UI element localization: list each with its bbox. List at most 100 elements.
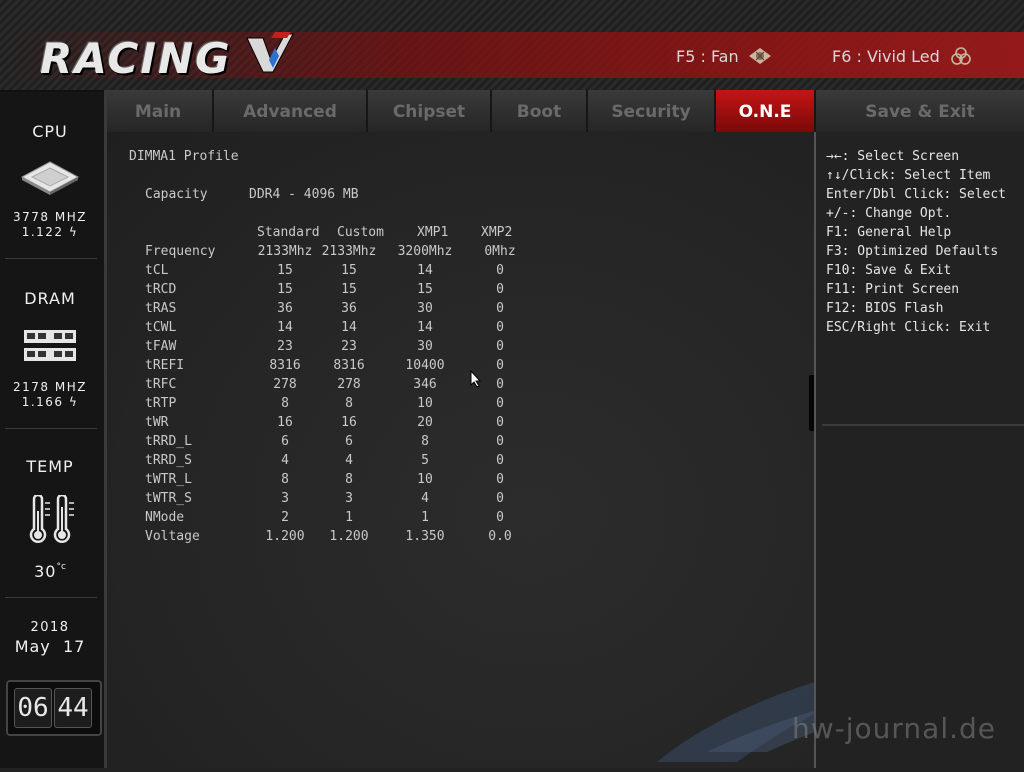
table-row[interactable]: tRRD_L 6 6 8 0 [107, 434, 587, 453]
row-cell-custom: 4 [345, 453, 353, 468]
tab-boot[interactable]: Boot [492, 90, 588, 132]
date-readout: 2018 May 17 [0, 620, 100, 656]
help-line: F12: BIOS Flash [826, 301, 944, 316]
row-cell-xmp2: 0Mhz [484, 244, 516, 259]
row-label: tFAW [145, 339, 177, 354]
tab-security[interactable]: Security [588, 90, 716, 132]
row-cell-custom: 23 [341, 339, 357, 354]
tab-main[interactable]: Main [104, 90, 214, 132]
row-cell-xmp1: 10400 [405, 358, 445, 373]
table-row[interactable]: tRRD_S 4 4 5 0 [107, 453, 587, 472]
capacity-label: Capacity [145, 187, 208, 202]
cpu-voltage: 1.122 ϟ [0, 225, 100, 240]
help-line: ESC/Right Click: Exit [826, 320, 991, 335]
mouse-cursor-icon [470, 370, 482, 388]
tab-one[interactable]: O.N.E [716, 90, 816, 132]
table-row[interactable]: tWR 16 16 20 0 [107, 415, 587, 434]
table-row[interactable]: tRTP 8 8 10 0 [107, 396, 587, 415]
row-cell-xmp1: 14 [417, 320, 433, 335]
row-cell-xmp1: 346 [413, 377, 437, 392]
temp-title: TEMP [26, 457, 74, 476]
table-row[interactable]: Frequency 2133Mhz 2133Mhz 3200Mhz 0Mhz [107, 244, 587, 263]
row-cell-xmp1: 30 [417, 339, 433, 354]
row-cell-custom: 14 [341, 320, 357, 335]
thermometer-icon [29, 495, 74, 543]
row-cell-xmp2: 0 [496, 415, 504, 430]
row-cell-xmp1: 10 [417, 396, 433, 411]
table-row[interactable]: tWTR_L 8 8 10 0 [107, 472, 587, 491]
help-line: F1: General Help [826, 225, 952, 240]
row-cell-custom: 1.200 [329, 529, 369, 544]
row-cell-xmp2: 0 [496, 491, 504, 506]
dram-readout: 2178 MHZ 1.166 ϟ [0, 380, 100, 410]
help-line: ↑↓/Click: Select Item [826, 168, 991, 183]
sidebar-divider [5, 258, 97, 259]
table-row[interactable]: tRAS 36 36 30 0 [107, 301, 587, 320]
column-header-custom: Custom [337, 225, 384, 240]
row-cell-xmp1: 4 [421, 491, 429, 506]
row-cell-custom: 15 [341, 263, 357, 278]
table-row[interactable]: NMode 2 1 1 0 [107, 510, 587, 529]
row-cell-xmp1: 3200Mhz [397, 244, 453, 259]
row-cell-xmp2: 0 [496, 396, 504, 411]
cpu-title: CPU [32, 122, 68, 141]
row-label: tCWL [145, 320, 177, 335]
vivid-led-hotkey[interactable]: F6 : Vivid Led [832, 46, 974, 66]
vivid-led-hotkey-label: F6 : Vivid Led [832, 46, 940, 66]
row-cell-custom: 1 [345, 510, 353, 525]
column-header-xmp2: XMP2 [481, 225, 513, 240]
cpu-frequency: 3778 MHZ [13, 210, 87, 224]
row-cell-xmp2: 0 [496, 282, 504, 297]
row-cell-xmp1: 1 [421, 510, 429, 525]
row-cell-xmp2: 0 [496, 453, 504, 468]
help-line: F10: Save & Exit [826, 263, 952, 278]
table-row[interactable]: Voltage 1.200 1.200 1.350 0.0 [107, 529, 587, 548]
row-label: tCL [145, 263, 169, 278]
led-icon [950, 47, 971, 65]
row-cell-custom: 36 [341, 301, 357, 316]
cpu-voltage-value: 1.122 [21, 225, 64, 239]
dram-frequency: 2178 MHZ [13, 380, 87, 394]
row-cell-custom: 8 [345, 472, 353, 487]
row-cell-custom: 6 [345, 434, 353, 449]
row-cell-xmp1: 1.350 [405, 529, 445, 544]
system-status-sidebar: CPU 3778 MHZ 1.122 ϟ DRAM 2178 MHZ 1.166… [0, 92, 107, 768]
row-label: tRCD [145, 282, 177, 297]
table-row[interactable]: tCWL 14 14 14 0 [107, 320, 587, 339]
bolt-icon: ϟ [68, 225, 79, 239]
row-cell-xmp1: 20 [417, 415, 433, 430]
table-row[interactable]: tFAW 23 23 30 0 [107, 339, 587, 358]
tab-chipset[interactable]: Chipset [368, 90, 492, 132]
row-cell-xmp2: 0.0 [488, 529, 512, 544]
dram-voltage-value: 1.166 [21, 395, 64, 409]
fan-hotkey[interactable]: F5 : Fan [676, 46, 773, 66]
table-row[interactable]: tRCD 15 15 15 0 [107, 282, 587, 301]
row-cell-xmp1: 14 [417, 263, 433, 278]
help-line: F3: Optimized Defaults [826, 244, 999, 259]
row-cell-xmp2: 0 [496, 434, 504, 449]
row-cell-xmp1: 5 [421, 453, 429, 468]
date-month-day: May 17 [14, 637, 86, 656]
table-row[interactable]: tCL 15 15 14 0 [107, 263, 587, 282]
row-cell-xmp1: 15 [417, 282, 433, 297]
main-tab-bar: Main Advanced Chipset Boot Security O.N.… [104, 90, 1024, 132]
row-cell-custom: 8 [345, 396, 353, 411]
row-label: tRRD_L [145, 434, 192, 449]
dram-voltage: 1.166 ϟ [0, 395, 100, 410]
row-label: tRFC [145, 377, 177, 392]
dram-title: DRAM [24, 289, 76, 308]
temp-status: TEMP [0, 457, 100, 476]
tab-save-exit[interactable]: Save & Exit [816, 90, 1024, 132]
bolt-icon: ϟ [68, 395, 79, 409]
table-row[interactable]: tWTR_S 3 3 4 0 [107, 491, 587, 510]
cpu-readout: 3778 MHZ 1.122 ϟ [0, 210, 100, 240]
celsius-icon: °c [56, 562, 66, 572]
row-label: tWTR_S [145, 491, 192, 506]
row-cell-custom: 15 [341, 282, 357, 297]
table-row[interactable]: tRFC 278 278 346 0 [107, 377, 587, 396]
row-cell-xmp1: 8 [421, 434, 429, 449]
column-header-xmp1: XMP1 [417, 225, 449, 240]
column-header-standard: Standard [257, 225, 320, 240]
tab-advanced[interactable]: Advanced [214, 90, 368, 132]
table-row[interactable]: tREFI 8316 8316 10400 0 [107, 358, 587, 377]
